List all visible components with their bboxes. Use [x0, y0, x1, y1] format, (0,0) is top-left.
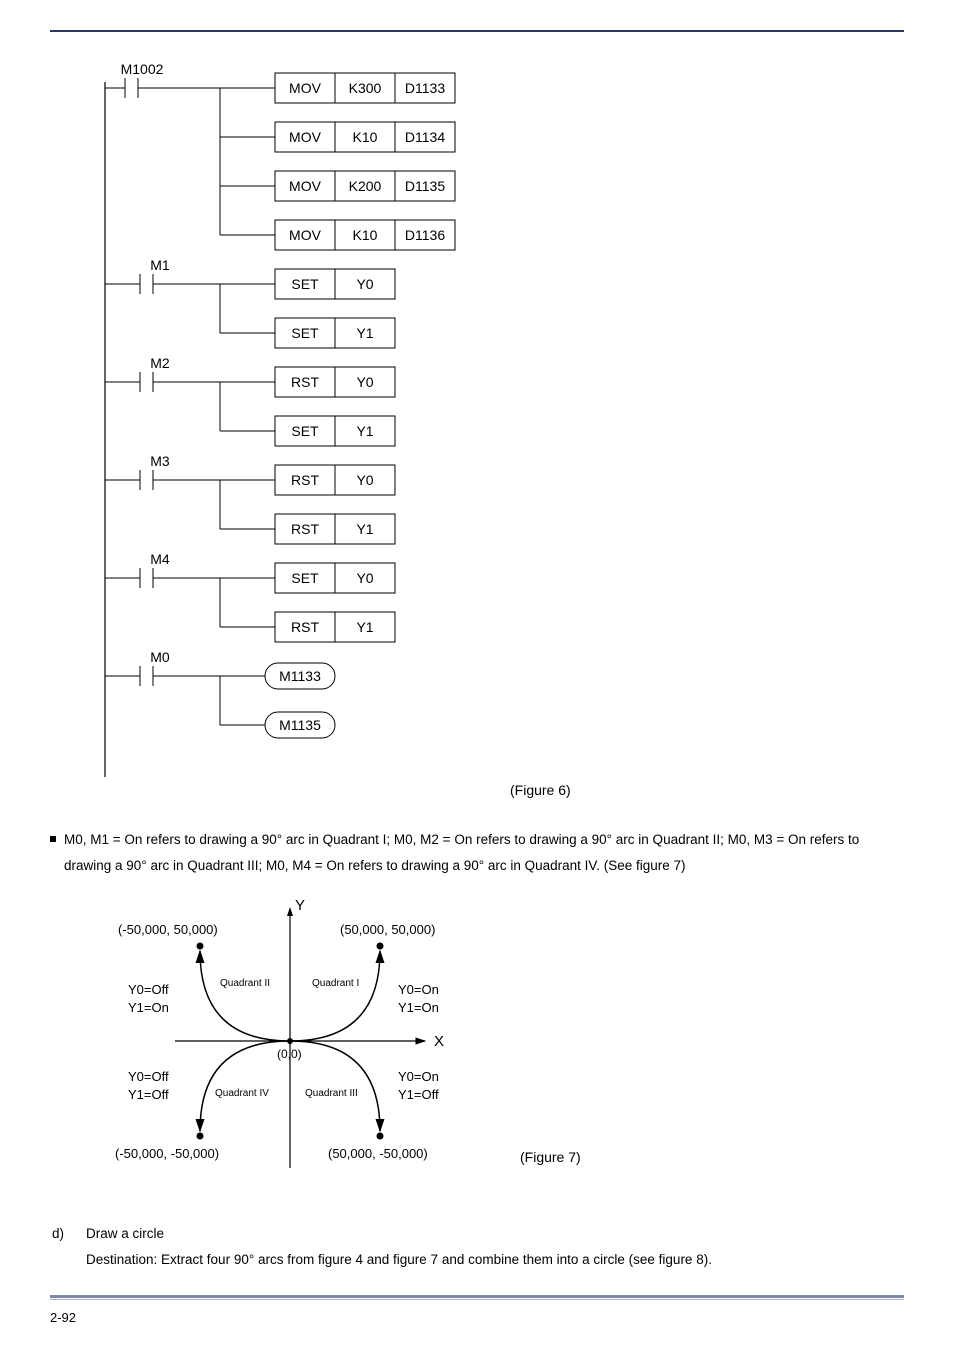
svg-text:Y0: Y0: [356, 472, 373, 488]
svg-text:Quadrant I: Quadrant I: [312, 978, 359, 989]
svg-text:M4: M4: [150, 551, 170, 567]
figure-7-caption: (Figure 7): [520, 1149, 581, 1165]
svg-text:(0,0): (0,0): [277, 1047, 302, 1061]
section-d-desc: Destination: Extract four 90° arcs from …: [86, 1247, 904, 1273]
svg-text:Y0: Y0: [356, 374, 373, 390]
body-paragraph: M0, M1 = On refers to drawing a 90° arc …: [64, 827, 904, 878]
svg-text:Y1: Y1: [356, 619, 373, 635]
svg-text:M1: M1: [150, 257, 170, 273]
svg-text:(-50,000, 50,000): (-50,000, 50,000): [118, 922, 218, 937]
svg-text:D1135: D1135: [405, 178, 445, 194]
svg-text:Y0=Off: Y0=Off: [128, 982, 169, 997]
contact-label-m1002: M1002: [121, 62, 164, 77]
svg-text:M3: M3: [150, 453, 170, 469]
svg-text:Y0=On: Y0=On: [398, 982, 439, 997]
svg-text:K200: K200: [349, 178, 382, 194]
svg-text:Y1: Y1: [356, 325, 373, 341]
bullet-icon: [50, 836, 56, 842]
svg-text:Y0: Y0: [356, 570, 373, 586]
svg-text:SET: SET: [291, 423, 319, 439]
svg-text:RST: RST: [291, 472, 319, 488]
svg-text:D1136: D1136: [405, 227, 445, 243]
svg-text:M1135: M1135: [279, 717, 321, 733]
svg-text:Y1=On: Y1=On: [398, 1000, 439, 1015]
svg-text:M0: M0: [150, 649, 170, 665]
svg-text:MOV: MOV: [289, 178, 322, 194]
svg-text:K10: K10: [353, 227, 378, 243]
svg-text:Y1=Off: Y1=Off: [398, 1087, 439, 1102]
svg-text:Y1: Y1: [356, 423, 373, 439]
svg-text:Quadrant II: Quadrant II: [220, 978, 270, 989]
svg-text:Y0=Off: Y0=Off: [128, 1069, 169, 1084]
svg-text:Y0: Y0: [356, 276, 373, 292]
svg-text:SET: SET: [291, 276, 319, 292]
svg-text:SET: SET: [291, 570, 319, 586]
ladder-diagram: M1002 MOV K300 D1133 MOV K10 D1134 MOV K…: [80, 62, 530, 802]
svg-text:M1133: M1133: [279, 668, 321, 684]
figure-6-caption: (Figure 6): [510, 782, 571, 798]
section-d-label: d): [50, 1221, 86, 1272]
svg-text:D1134: D1134: [405, 129, 445, 145]
footer-rule: [50, 1295, 904, 1300]
svg-text:(50,000, 50,000): (50,000, 50,000): [340, 922, 435, 937]
svg-text:Y1=Off: Y1=Off: [128, 1087, 169, 1102]
svg-text:SET: SET: [291, 325, 319, 341]
svg-text:Y1=On: Y1=On: [128, 1000, 169, 1015]
quadrant-diagram: Y X (0,0) (50,000, 50,000) Quadrant I Y0…: [80, 896, 520, 1186]
svg-text:K10: K10: [353, 129, 378, 145]
svg-text:(50,000, -50,000): (50,000, -50,000): [328, 1146, 428, 1161]
svg-text:Y: Y: [295, 897, 305, 914]
svg-text:MOV: MOV: [289, 80, 322, 96]
svg-text:(-50,000, -50,000): (-50,000, -50,000): [115, 1146, 219, 1161]
svg-text:K300: K300: [349, 80, 382, 96]
svg-text:RST: RST: [291, 521, 319, 537]
svg-text:Y1: Y1: [356, 521, 373, 537]
svg-text:Quadrant III: Quadrant III: [305, 1088, 358, 1099]
page-number: 2-92: [50, 1310, 76, 1325]
svg-text:MOV: MOV: [289, 227, 322, 243]
svg-text:M2: M2: [150, 355, 170, 371]
svg-text:D1133: D1133: [405, 80, 445, 96]
svg-text:RST: RST: [291, 619, 319, 635]
svg-text:X: X: [434, 1033, 444, 1050]
svg-text:RST: RST: [291, 374, 319, 390]
svg-text:MOV: MOV: [289, 129, 322, 145]
section-d-title: Draw a circle: [86, 1221, 904, 1247]
svg-text:Y0=On: Y0=On: [398, 1069, 439, 1084]
svg-text:Quadrant IV: Quadrant IV: [215, 1088, 269, 1099]
